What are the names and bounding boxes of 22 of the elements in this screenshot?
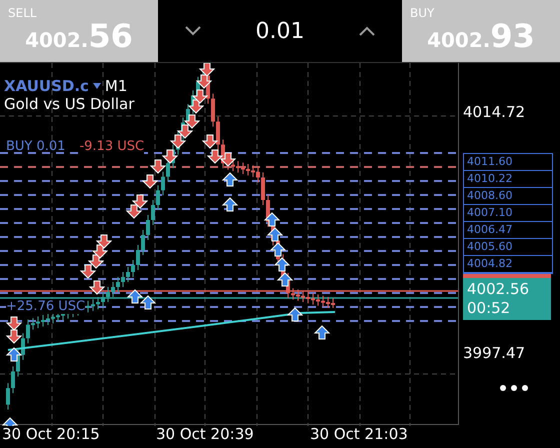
- lot-size-value: 0.01: [255, 18, 304, 44]
- symbol-name[interactable]: XAUUSD.c: [4, 77, 89, 95]
- order-price-tag: 4008.60: [464, 188, 552, 205]
- order-price-tag: 4010.22: [464, 171, 552, 188]
- price-axis-label: 3997.47: [463, 344, 526, 362]
- order-price-tag: 4005.60: [464, 239, 552, 256]
- order-profit: -9.13 USC: [79, 139, 144, 154]
- price-axis-label: 4014.72: [463, 103, 526, 121]
- order-price-tag: 4011.60: [464, 154, 552, 171]
- order-price-tag: 4004.82: [464, 256, 552, 273]
- order-profit: +25.76 USC: [6, 299, 86, 314]
- timeframe-label: M1: [104, 77, 128, 95]
- current-price-tag: 4002.56 00:52: [463, 274, 551, 320]
- time-axis-label: 30 Oct 21:03: [310, 425, 409, 445]
- order-price-tag: 4006.47: [464, 222, 552, 239]
- order-volume: BUY 0.01: [6, 139, 66, 154]
- symbol-description: Gold vs US Dollar: [4, 95, 134, 113]
- order-price-tag: 4007.10: [464, 205, 552, 222]
- time-axis-label: 30 Oct 20:15: [2, 425, 101, 445]
- sell-price-button[interactable]: SELL 4002.56: [0, 0, 158, 62]
- time-axis-label: 30 Oct 20:39: [156, 425, 255, 445]
- buy-price-button[interactable]: BUY 4002.93: [402, 0, 560, 62]
